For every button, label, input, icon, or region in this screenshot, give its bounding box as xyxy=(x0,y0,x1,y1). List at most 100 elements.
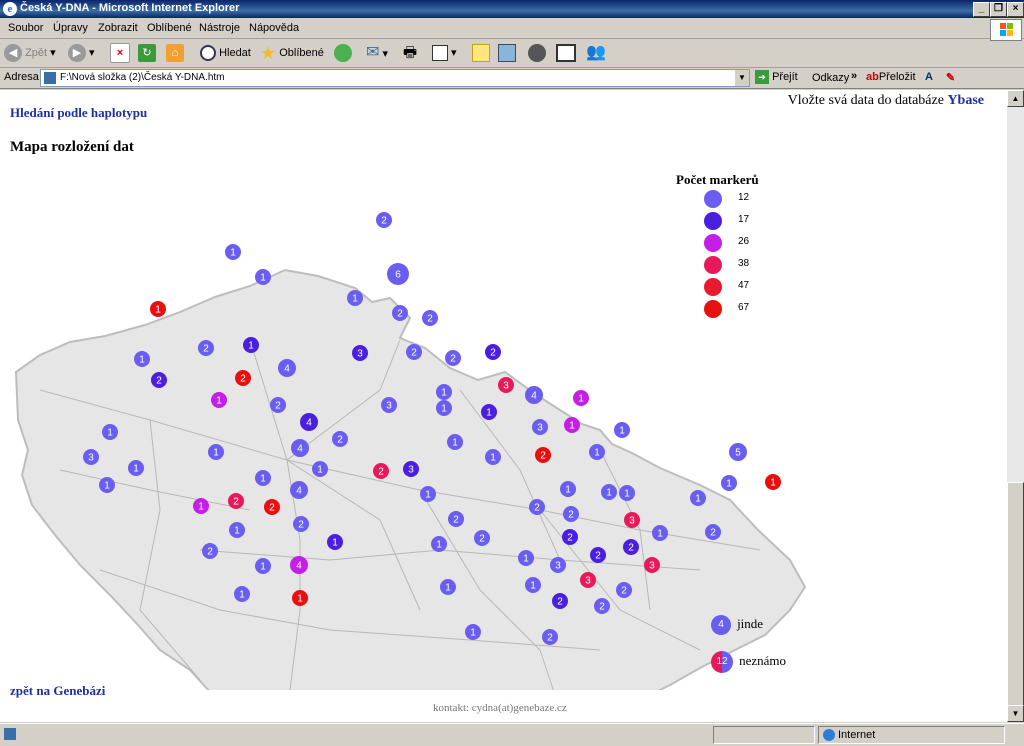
map-marker[interactable]: 1 xyxy=(102,424,118,440)
map-marker[interactable]: 1 xyxy=(292,590,308,606)
map-marker[interactable]: 4 xyxy=(278,359,296,377)
map-marker[interactable]: 1 xyxy=(211,392,227,408)
forward-button[interactable]: ▶ ▾ xyxy=(68,43,95,63)
map-marker[interactable]: 2 xyxy=(590,547,606,563)
map-marker[interactable]: 1 xyxy=(128,460,144,476)
map-marker[interactable]: 1 xyxy=(447,434,463,450)
map-marker[interactable]: 1 xyxy=(564,417,580,433)
map-marker[interactable]: 2 xyxy=(264,499,280,515)
map-marker[interactable]: 1 xyxy=(518,550,534,566)
map-marker[interactable]: 4 xyxy=(525,386,543,404)
map-marker[interactable]: 1 xyxy=(134,351,150,367)
map-marker[interactable]: 1 xyxy=(420,486,436,502)
window-button[interactable] xyxy=(556,43,576,63)
map-marker[interactable]: 2 xyxy=(542,629,558,645)
map-marker[interactable]: 1 xyxy=(255,269,271,285)
map-marker[interactable]: 1 xyxy=(347,290,363,306)
map-marker[interactable]: 2 xyxy=(623,539,639,555)
map-marker[interactable]: 2 xyxy=(235,370,251,386)
menu-zobrazit[interactable]: Zobrazit xyxy=(98,22,138,34)
media-button[interactable] xyxy=(528,43,546,63)
map-marker[interactable]: 1 xyxy=(208,444,224,460)
minimize-button[interactable]: _ xyxy=(973,2,990,17)
map-marker[interactable]: 3 xyxy=(352,345,368,361)
menu-soubor[interactable]: Soubor xyxy=(8,22,43,34)
map-marker[interactable]: 1 xyxy=(255,470,271,486)
menu-nastroje[interactable]: Nástroje xyxy=(199,22,240,34)
map-marker[interactable]: 1 xyxy=(601,484,617,500)
map-marker[interactable]: 2 xyxy=(562,529,578,545)
address-input[interactable]: F:\Nová složka (2)\Česká Y-DNA.htm ▼ xyxy=(40,69,750,87)
map-marker[interactable]: 1 xyxy=(440,579,456,595)
favorites-button[interactable]: ★ Oblíbené xyxy=(260,43,324,63)
map-marker[interactable]: 2 xyxy=(373,463,389,479)
stop-button[interactable]: × xyxy=(110,43,130,64)
map-marker[interactable]: 2 xyxy=(293,516,309,532)
map-marker[interactable]: 3 xyxy=(403,461,419,477)
map-marker[interactable]: 2 xyxy=(485,344,501,360)
map-marker[interactable]: 1 xyxy=(150,301,166,317)
map-marker[interactable]: 2 xyxy=(445,350,461,366)
map-marker[interactable]: 1 xyxy=(560,481,576,497)
map-marker[interactable]: 1 xyxy=(485,449,501,465)
map-marker[interactable]: 2 xyxy=(198,340,214,356)
menu-upravy[interactable]: Úpravy xyxy=(53,22,88,34)
back-to-genebaze-link[interactable]: zpět na Genebázi xyxy=(10,683,105,699)
map-marker[interactable]: 6 xyxy=(387,263,409,285)
map-marker[interactable]: 1 xyxy=(465,624,481,640)
map-marker[interactable]: 1 xyxy=(229,522,245,538)
map-marker[interactable]: 1 xyxy=(589,444,605,460)
map-marker[interactable]: 2 xyxy=(422,310,438,326)
research-button[interactable] xyxy=(498,43,516,63)
print-button[interactable]: 🖶 xyxy=(403,43,417,63)
discuss-button[interactable] xyxy=(472,43,490,63)
map-marker[interactable]: 1 xyxy=(436,400,452,416)
map-marker[interactable]: 1 xyxy=(573,390,589,406)
map-marker[interactable]: 1 xyxy=(614,422,630,438)
map-marker[interactable]: 2 xyxy=(151,372,167,388)
map-marker[interactable]: 2 xyxy=(705,524,721,540)
scroll-thumb[interactable] xyxy=(1007,482,1024,709)
map-marker[interactable]: 1 xyxy=(765,474,781,490)
map-marker[interactable]: 2 xyxy=(392,305,408,321)
map-marker[interactable]: 3 xyxy=(644,557,660,573)
map-marker[interactable]: 3 xyxy=(498,377,514,393)
map-marker[interactable]: 4 xyxy=(290,481,308,499)
links-button[interactable]: Odkazy xyxy=(812,72,849,84)
map-marker[interactable]: 2 xyxy=(270,397,286,413)
map-marker[interactable]: 2 xyxy=(552,593,568,609)
highlight-icon[interactable]: ✎ xyxy=(946,71,955,84)
map-marker[interactable]: 1 xyxy=(99,477,115,493)
map-marker[interactable]: 1 xyxy=(481,404,497,420)
map-marker[interactable]: 4 xyxy=(300,413,318,431)
go-button[interactable]: ➔ Přejít xyxy=(755,70,798,84)
scroll-down-icon[interactable]: ▼ xyxy=(1007,705,1024,722)
map-marker[interactable]: 2 xyxy=(616,582,632,598)
mail-button[interactable]: ✉ ▾ xyxy=(366,43,388,63)
menu-napoveda[interactable]: Nápověda xyxy=(249,22,299,34)
map-marker[interactable]: 2 xyxy=(228,493,244,509)
map-marker[interactable]: 1 xyxy=(525,577,541,593)
messenger-button[interactable]: 👥 xyxy=(586,43,606,63)
map-marker[interactable]: 1 xyxy=(436,384,452,400)
refresh-button[interactable]: ↻ xyxy=(138,43,156,63)
map-marker[interactable]: 3 xyxy=(532,419,548,435)
map-marker[interactable]: 3 xyxy=(550,557,566,573)
map-marker[interactable]: 1 xyxy=(255,558,271,574)
map-marker[interactable]: 1 xyxy=(652,525,668,541)
map-marker[interactable]: 2 xyxy=(332,431,348,447)
map-marker[interactable]: 2 xyxy=(376,212,392,228)
map-marker[interactable]: 2 xyxy=(594,598,610,614)
map-marker[interactable]: 3 xyxy=(83,449,99,465)
map-marker[interactable]: 1 xyxy=(431,536,447,552)
vertical-scrollbar[interactable]: ▲ ▼ xyxy=(1007,90,1024,722)
map-marker[interactable]: 4 xyxy=(291,439,309,457)
home-button[interactable]: ⌂ xyxy=(166,43,184,63)
map-marker[interactable]: 4 xyxy=(290,556,308,574)
map-marker[interactable]: 2 xyxy=(448,511,464,527)
map-marker[interactable]: 2 xyxy=(406,344,422,360)
restore-button[interactable]: ❐ xyxy=(990,2,1007,17)
map-marker[interactable]: 2 xyxy=(563,506,579,522)
font-icon[interactable]: A xyxy=(925,71,933,83)
map-marker[interactable]: 5 xyxy=(729,443,747,461)
